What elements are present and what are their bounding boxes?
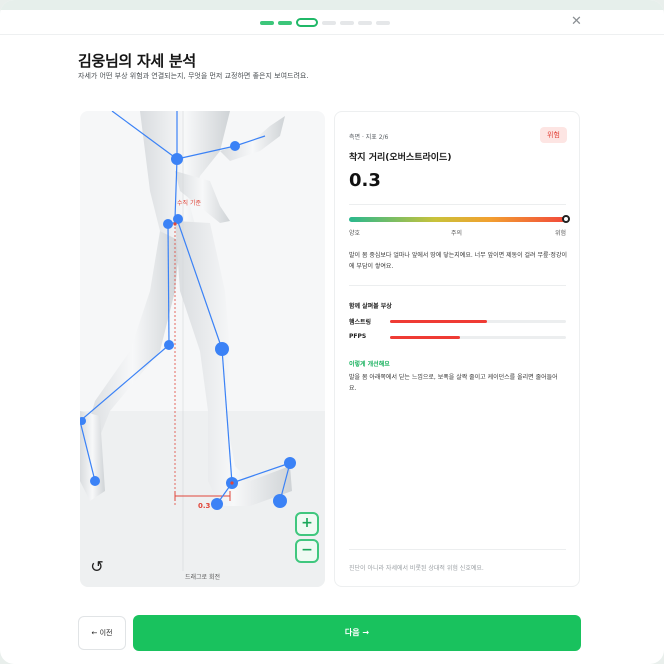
close-icon[interactable]: ✕ [571,15,582,29]
fix-description: 발을 몸 아래쪽에서 딛는 느낌으로, 보폭을 살짝 줄이고 케이던스를 올리면… [349,374,558,392]
rotate-icon[interactable]: ↺ [87,557,107,577]
progress-step [376,20,390,25]
page-subtitle: 자세가 어떤 부상 위험과 연결되는지, 무엇을 먼저 교정하면 좋은지 보여드… [78,72,309,80]
divider [349,285,566,286]
distance-label: 0.3 [198,502,211,510]
gauge-indicator [562,215,570,223]
progress-step [322,20,336,25]
progress-step [260,20,274,25]
risk-bar [390,320,566,323]
risk-name: 햄스트링 [349,319,372,326]
metric-name: 착지 거리(오버스트라이드) [349,153,452,163]
body-illustration: 수직 기준 0.3 [80,111,325,587]
metric-description: 발이 몸 중심보다 얼마나 앞에서 땅에 닿는지예요. 너무 앞이면 제동이 걸… [349,252,567,270]
gauge-label-danger: 위험 [555,230,567,237]
progress-step [358,20,372,25]
drag-hint: 드래그로 회전 [185,574,221,581]
pose-viewer[interactable]: 수직 기준 0.3 + − ↺ 드래그로 회전 [80,111,325,587]
zoom-in-button[interactable]: + [295,512,319,536]
progress-stepper [260,18,390,27]
risk-bar [390,336,566,339]
metric-value: 0.3 [349,170,381,191]
progress-step [340,20,354,25]
gauge-label-good: 양호 [349,230,361,237]
divider [0,34,664,35]
risk-gauge [349,217,565,222]
divider [349,204,566,205]
next-button[interactable]: 다음 → [133,615,581,651]
prev-button[interactable]: ← 이전 [78,616,126,650]
gauge-label-caution: 주의 [451,230,463,237]
progress-step [278,20,292,25]
risk-section-title: 함께 살펴볼 부상 [349,303,392,310]
footnote: 진단이 아니라 자세에서 비롯된 상대적 위험 신호예요. [349,565,484,572]
top-band [0,0,664,10]
divider [349,549,566,550]
zoom-out-button[interactable]: − [295,539,319,563]
status-badge: 위험 [540,127,567,143]
risk-name: PFPS [349,333,367,340]
modal: ✕ 김웅님의 자세 분석 자세가 어떤 부상 위험과 연결되는지, 무엇을 먼저… [0,0,664,664]
page-title: 김웅님의 자세 분석 [78,52,196,70]
metric-card: 측면 · 지표 2/6 위험 착지 거리(오버스트라이드) 0.3 양호 주의 … [334,111,580,587]
metric-category: 측면 · 지표 2/6 [349,134,389,141]
progress-step-current [296,18,318,27]
vertical-ref-label: 수직 기준 [177,199,201,207]
fix-title: 이렇게 개선해요 [349,361,390,368]
